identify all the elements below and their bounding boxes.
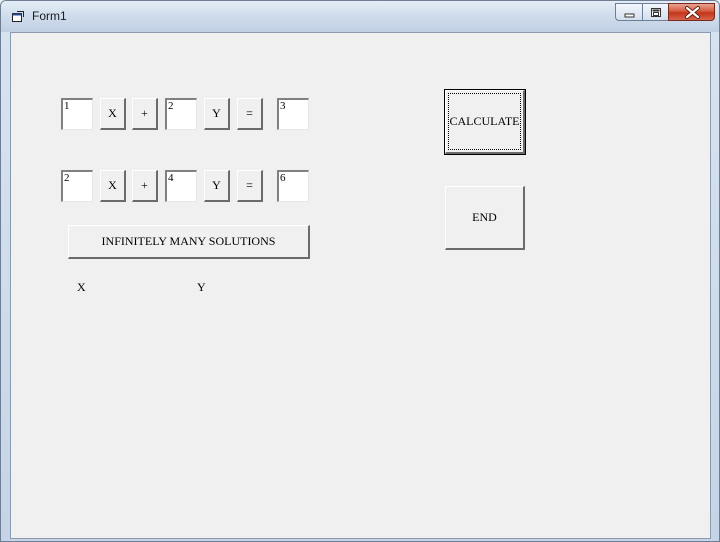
window-title: Form1	[32, 9, 67, 23]
app-window: Form1 1 X + 2 Y = 3 2 X + 4 Y = 6 INFINI…	[0, 0, 720, 542]
eq1-x-button[interactable]: X	[100, 98, 126, 130]
eq1-coef-x-input[interactable]: 1	[61, 98, 93, 130]
eq1-constant-input[interactable]: 3	[277, 98, 309, 130]
eq2-equals-button[interactable]: =	[237, 170, 263, 202]
vb-form-icon	[12, 11, 24, 22]
eq2-plus-button[interactable]: +	[132, 170, 158, 202]
eq1-coef-y-input[interactable]: 2	[165, 98, 197, 130]
eq2-constant-input[interactable]: 6	[277, 170, 309, 202]
focus-rectangle	[448, 93, 521, 150]
eq2-coef-x-input[interactable]: 2	[61, 170, 93, 202]
result-message-button[interactable]: INFINITELY MANY SOLUTIONS	[68, 225, 310, 259]
end-button-label: END	[472, 210, 497, 224]
minimize-icon	[624, 13, 635, 18]
maximize-icon	[651, 8, 661, 17]
eq2-y-button[interactable]: Y	[204, 170, 230, 202]
result-y-label: Y	[197, 280, 206, 294]
title-bar[interactable]: Form1	[1, 1, 719, 32]
eq2-x-button[interactable]: X	[100, 170, 126, 202]
result-x-label: X	[77, 280, 86, 294]
eq1-plus-button[interactable]: +	[132, 98, 158, 130]
eq2-coef-y-input[interactable]: 4	[165, 170, 197, 202]
minimize-button[interactable]	[615, 3, 642, 21]
form-client-area: 1 X + 2 Y = 3 2 X + 4 Y = 6 INFINITELY M…	[10, 32, 711, 539]
maximize-button[interactable]	[642, 3, 668, 21]
close-icon	[685, 6, 700, 19]
calculate-button[interactable]: CALCULATE	[444, 89, 526, 155]
close-button[interactable]	[668, 3, 715, 21]
end-button[interactable]: END	[445, 186, 525, 250]
eq1-y-button[interactable]: Y	[204, 98, 230, 130]
eq1-equals-button[interactable]: =	[237, 98, 263, 130]
